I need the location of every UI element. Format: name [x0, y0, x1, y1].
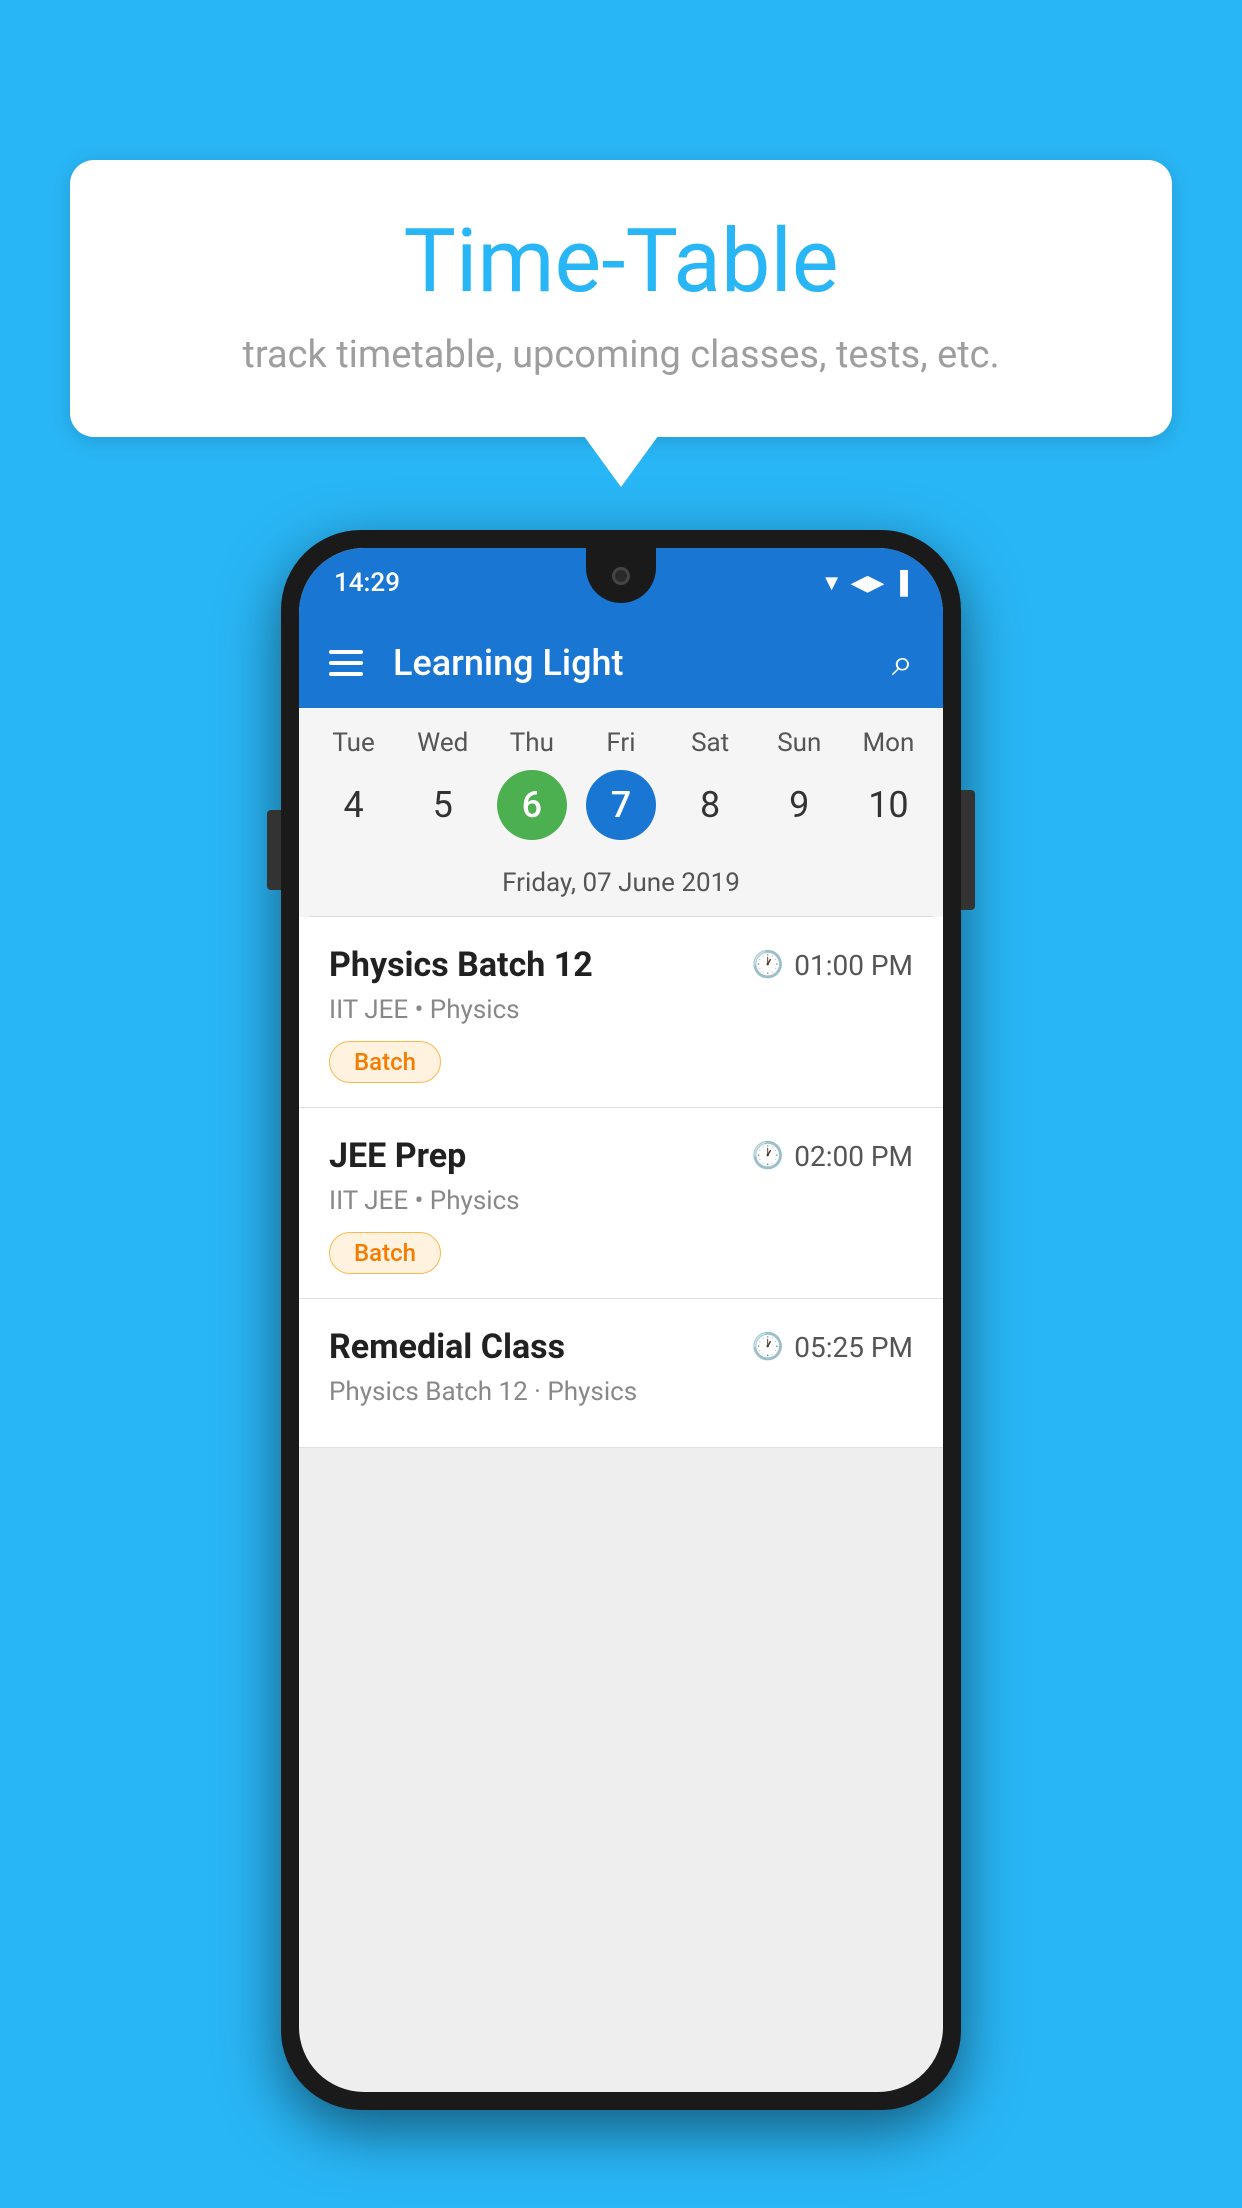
- signal-icon: ◀▶: [851, 571, 885, 596]
- schedule-time-2: 🕐 05:25 PM: [752, 1331, 913, 1364]
- schedule-meta-0: IIT JEE • Physics: [329, 995, 913, 1025]
- day-header-tue: Tue: [309, 728, 398, 758]
- hamburger-menu[interactable]: [329, 650, 363, 676]
- day-header-wed: Wed: [398, 728, 487, 758]
- selected-date-label: Friday, 07 June 2019: [309, 856, 933, 917]
- day-headers: TueWedThuFriSatSunMon: [309, 728, 933, 758]
- schedule-item-header-0: Physics Batch 12 🕐 01:00 PM: [329, 945, 913, 985]
- day-header-thu: Thu: [487, 728, 576, 758]
- day-header-fri: Fri: [576, 728, 665, 758]
- wifi-icon: ▼: [821, 570, 843, 596]
- phone-screen: 14:29 ▼ ◀▶ ▐ Learning Light ⌕: [299, 548, 943, 2092]
- battery-icon: ▐: [892, 570, 908, 596]
- schedule-time-1: 🕐 02:00 PM: [752, 1140, 913, 1173]
- phone-mockup: 14:29 ▼ ◀▶ ▐ Learning Light ⌕: [281, 530, 961, 2110]
- clock-icon: 🕐: [752, 950, 784, 980]
- schedule-item-header-1: JEE Prep 🕐 02:00 PM: [329, 1136, 913, 1176]
- schedule-name-2: Remedial Class: [329, 1327, 565, 1367]
- speech-bubble: Time-Table track timetable, upcoming cla…: [70, 160, 1172, 437]
- day-number-8[interactable]: 8: [675, 770, 745, 840]
- search-icon[interactable]: ⌕: [892, 641, 913, 685]
- day-number-4[interactable]: 4: [319, 770, 389, 840]
- day-number-6[interactable]: 6: [497, 770, 567, 840]
- schedule-item-header-2: Remedial Class 🕐 05:25 PM: [329, 1327, 913, 1367]
- bubble-title: Time-Table: [130, 210, 1112, 313]
- calendar-strip: TueWedThuFriSatSunMon 456789 10 Friday, 0…: [299, 708, 943, 917]
- status-icons: ▼ ◀▶ ▐: [821, 570, 908, 596]
- schedule-meta-1: IIT JEE • Physics: [329, 1186, 913, 1216]
- camera: [612, 567, 630, 585]
- status-bar: 14:29 ▼ ◀▶ ▐: [299, 548, 943, 618]
- day-number-7[interactable]: 7: [586, 770, 656, 840]
- schedule-item-2[interactable]: Remedial Class 🕐 05:25 PM Physics Batch 12…: [299, 1299, 943, 1448]
- clock-icon: 🕐: [752, 1141, 784, 1171]
- app-bar: Learning Light ⌕: [299, 618, 943, 708]
- schedule-name-1: JEE Prep: [329, 1136, 466, 1176]
- clock-icon: 🕐: [752, 1332, 784, 1362]
- day-header-sun: Sun: [755, 728, 844, 758]
- status-time: 14:29: [334, 568, 400, 598]
- schedule-time-0: 🕐 01:00 PM: [752, 949, 913, 982]
- day-number-5[interactable]: 5: [408, 770, 478, 840]
- day-number-10[interactable]: 10: [853, 770, 923, 840]
- day-numbers: 456789 10: [309, 770, 933, 856]
- day-number-9[interactable]: 9: [764, 770, 834, 840]
- batch-badge-1: Batch: [329, 1232, 441, 1274]
- batch-badge-0: Batch: [329, 1041, 441, 1083]
- schedule-item-0[interactable]: Physics Batch 12 🕐 01:00 PM IIT JEE • Phys…: [299, 917, 943, 1108]
- schedule-item-1[interactable]: JEE Prep 🕐 02:00 PM IIT JEE • Physics Batch: [299, 1108, 943, 1299]
- bubble-subtitle: track timetable, upcoming classes, tests…: [130, 333, 1112, 377]
- schedule-meta-2: Physics Batch 12 · Physics: [329, 1377, 913, 1407]
- day-header-sat: Sat: [666, 728, 755, 758]
- day-header-mon: Mon: [844, 728, 933, 758]
- notch: [586, 548, 656, 603]
- phone-outer: 14:29 ▼ ◀▶ ▐ Learning Light ⌕: [281, 530, 961, 2110]
- schedule-name-0: Physics Batch 12: [329, 945, 593, 985]
- schedule-list: Physics Batch 12 🕐 01:00 PM IIT JEE • Phys…: [299, 917, 943, 1448]
- app-title: Learning Light: [393, 642, 862, 684]
